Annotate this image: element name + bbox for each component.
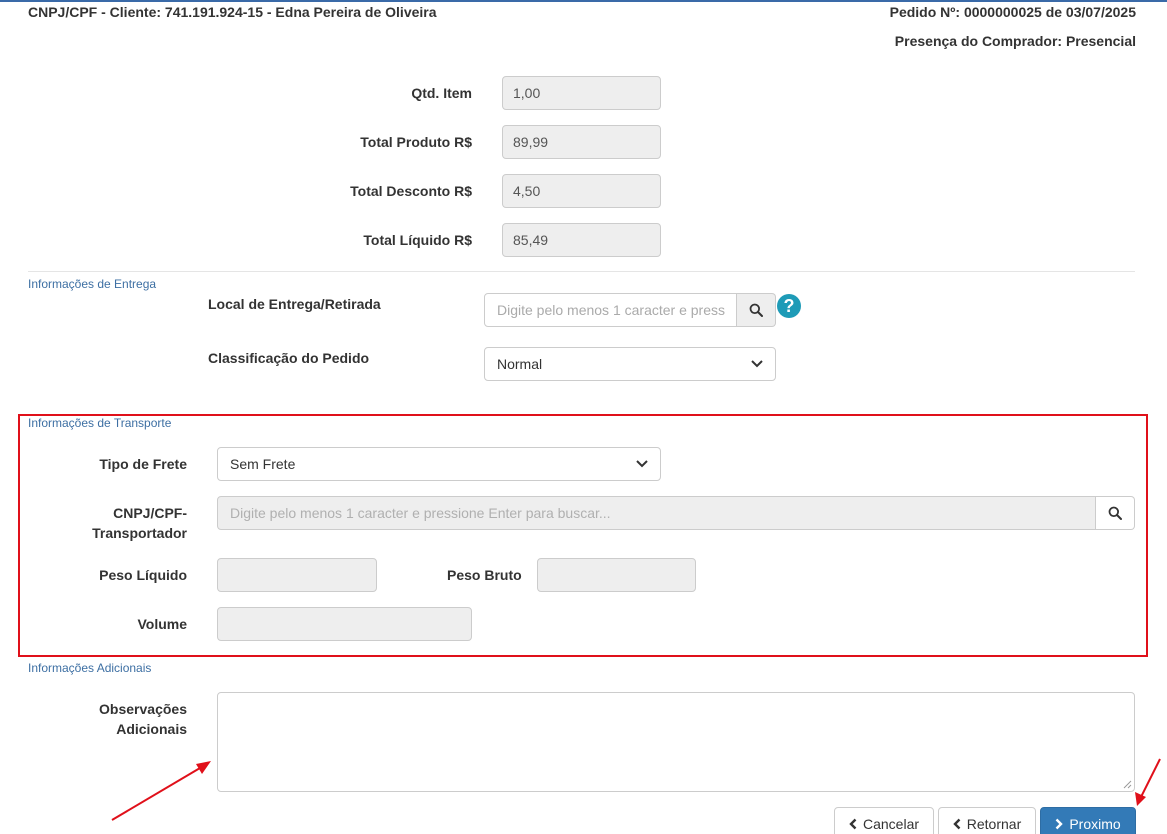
annotation-arrows [111,758,1161,821]
arrow-to-observacoes [111,761,211,821]
arrow-to-next-button [1135,758,1161,806]
